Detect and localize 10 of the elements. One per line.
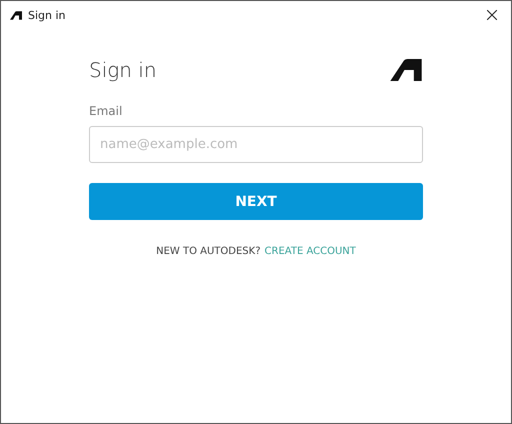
next-button[interactable]: NEXT: [89, 183, 423, 220]
sign-in-heading: Sign in: [89, 58, 157, 82]
email-label: Email: [89, 104, 124, 118]
close-icon[interactable]: [487, 10, 497, 20]
new-account-prompt: NEW TO AUTODESK?: [156, 246, 261, 257]
logo-icon: [10, 10, 22, 20]
create-account-link[interactable]: CREATE ACCOUNT: [264, 246, 356, 257]
logo-icon: [390, 59, 422, 81]
window-title: Sign in: [28, 8, 67, 22]
email-field[interactable]: name@example.com: [89, 126, 423, 163]
